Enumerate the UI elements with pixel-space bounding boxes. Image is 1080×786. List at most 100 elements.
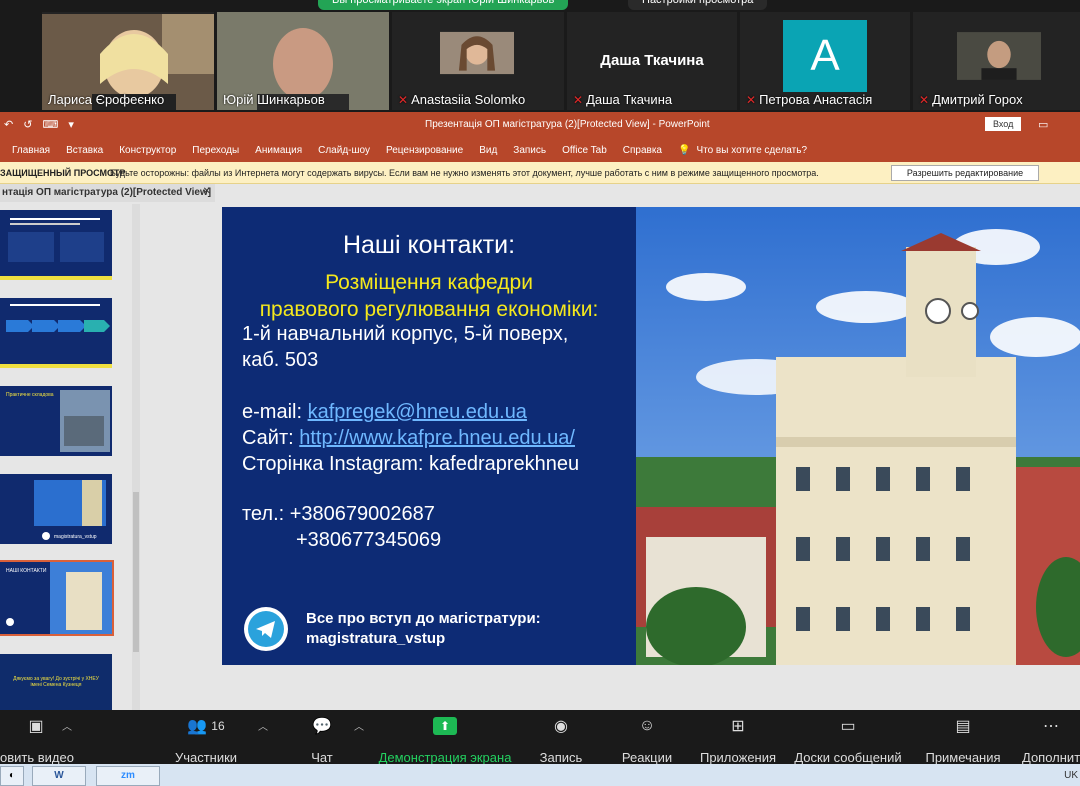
tell-me-box[interactable]: 💡 Что вы хотите сделать? (678, 145, 807, 156)
zoom-window: { "share_banner": { "sharing_label": "Вы… (0, 0, 1080, 786)
mic-muted-icon: ✕ (919, 92, 930, 107)
email-link[interactable]: kafpregek@hneu.edu.ua (308, 401, 527, 423)
scrollbar-thumb[interactable] (133, 492, 139, 652)
chat-bubble-icon: 💬 (312, 718, 332, 735)
lightbulb-icon: 💡 (678, 144, 691, 156)
customize-qat-icon[interactable]: ▾ (68, 118, 74, 131)
view-options-button[interactable]: Настройки просмотра (628, 0, 768, 10)
participant-video (957, 32, 1041, 80)
participant-name: ✕ Петрова Анастасія (746, 92, 873, 107)
slide-editing-area: Наші контакти: Розміщення кафедри правов… (142, 204, 1080, 710)
participants-strip: Лариса Єрофеєнко Юрій Шинкарьов ✕ Anastas… (0, 10, 1080, 110)
ribbon-tab-view[interactable]: Вид (479, 145, 497, 156)
powerpoint-window: ↶ ↺ ⌨ ▾ Презентація ОП магістратура (2)[… (0, 112, 1080, 710)
notes-icon: ▤ (955, 718, 971, 735)
participants-button[interactable]: 👥 16 Участники (172, 714, 240, 765)
windows-taskbar: ◐ W zm UK (0, 764, 1080, 786)
people-icon: 👥 (187, 718, 208, 735)
telegram-channel: magistratura_vstup (306, 630, 446, 647)
university-building-photo (636, 207, 1080, 665)
ribbon-tab-officetab[interactable]: Office Tab (562, 145, 607, 156)
whiteboards-button[interactable]: ▭ Доски сообщений (792, 714, 904, 765)
participant-name: Лариса Єрофеєнко (48, 92, 165, 107)
emoji-plus-icon: ☺ (638, 717, 656, 734)
ribbon-tab-design[interactable]: Конструктор (119, 145, 176, 156)
participant-name: ✕ Дмитрий Горох (919, 92, 1023, 107)
slide-text-panel: Наші контакти: Розміщення кафедри правов… (222, 207, 636, 665)
chevron-up-icon[interactable]: ︿ (62, 718, 72, 733)
whiteboard-icon: ▭ (840, 718, 856, 735)
participant-tile[interactable]: A ✕ Петрова Анастасія (740, 12, 910, 110)
slide-address-line: 1-й навчальний корпус, 5-й поверх, (242, 323, 569, 345)
slide-thumbnail[interactable]: Практичне складова (0, 386, 112, 456)
ribbon-tab-slideshow[interactable]: Слайд-шоу (318, 145, 370, 156)
participants-count: 16 (211, 719, 225, 733)
slide-address-line: каб. 503 (242, 349, 319, 371)
ribbon-tab-record[interactable]: Запись (513, 145, 546, 156)
slide-thumbnail[interactable]: Дякуємо за увагу! До зустрічі у ХНЕУ іме… (0, 654, 112, 710)
participant-name: Юрій Шинкарьов (223, 92, 325, 107)
participant-tile-active-speaker[interactable]: Юрій Шинкарьов (217, 12, 389, 110)
enable-editing-button[interactable]: Разрешить редактирование (891, 165, 1039, 181)
undo-icon[interactable]: ↶ (4, 118, 13, 131)
thumbnail-graphic (0, 210, 112, 280)
mic-muted-icon: ✕ (746, 92, 757, 107)
touch-mode-icon[interactable]: ⌨ (42, 118, 58, 131)
document-tab[interactable]: нтація ОП магістратура (2)[Protected Vie… (0, 184, 215, 202)
slide-thumbnail[interactable]: magistratura_vstup (0, 474, 112, 544)
ribbon-tab-help[interactable]: Справка (623, 145, 662, 156)
slide-thumbnail-selected[interactable]: НАШІ КОНТАКТИ (0, 560, 114, 636)
ribbon-tab-review[interactable]: Рецензирование (386, 145, 463, 156)
slide-thumbnail[interactable] (0, 210, 112, 280)
mic-muted-icon: ✕ (573, 92, 584, 107)
ppt-titlebar: ↶ ↺ ⌨ ▾ Презентація ОП магістратура (2)[… (0, 112, 1080, 138)
slide-department-line: правового регулювання економіки: (259, 298, 599, 321)
apps-button[interactable]: ⊞ Приложения (696, 714, 780, 765)
website-link[interactable]: http://www.kafpre.hneu.edu.ua/ (299, 427, 575, 449)
telegram-icon (244, 607, 288, 651)
ribbon-tab-insert[interactable]: Вставка (66, 145, 103, 156)
ribbon-tab-transitions[interactable]: Переходы (192, 145, 239, 156)
slide-thumbnail[interactable] (0, 298, 112, 368)
participant-center-name: Даша Ткачина (600, 52, 704, 69)
slide-phone-line: +380677345069 (296, 529, 442, 551)
participant-tile[interactable]: ✕ Дмитрий Горох (913, 12, 1080, 110)
taskbar-word-icon[interactable]: W (32, 766, 86, 786)
notes-button[interactable]: ▤ Примечания (924, 714, 1002, 765)
taskbar-zoom-icon[interactable]: zm (96, 766, 160, 786)
language-indicator[interactable]: UK (1064, 770, 1078, 781)
thumbnails-scrollbar[interactable] (132, 204, 140, 710)
close-icon[interactable]: ✕ (203, 186, 211, 197)
share-screen-button[interactable]: ⬆ Демонстрация экрана (376, 714, 514, 765)
slide-site-line: Сайт: http://www.kafpre.hneu.edu.ua/ (242, 427, 575, 449)
chevron-up-icon[interactable]: ︿ (354, 718, 364, 733)
protected-view-message: Будьте осторожны: файлы из Интернета мог… (110, 168, 819, 178)
reactions-button[interactable]: ☺ Реакции (620, 714, 674, 765)
more-button[interactable]: ⋯ Дополнит (1022, 714, 1080, 765)
thumbnail-graphic (0, 298, 112, 368)
protected-view-bar: ЗАЩИЩЕННЫЙ ПРОСМОТР Будьте осторожны: фа… (0, 162, 1080, 184)
meeting-toolbar: ▣ овить видео ︿ 👥 16 Участники ︿ 💬 Чат ︿ … (0, 710, 1080, 765)
chevron-up-icon[interactable]: ︿ (258, 718, 268, 733)
share-banner: Вы просматриваете экран Юрій Шинкарьов Н… (0, 0, 1080, 10)
thumbnail-text: Дякуємо за увагу! До зустрічі у ХНЕУ іме… (13, 676, 99, 688)
sign-in-button[interactable]: Вход (985, 117, 1022, 131)
ribbon-display-options-icon[interactable]: ▭ (1038, 118, 1048, 131)
ribbon-tab-animations[interactable]: Анимация (255, 145, 302, 156)
thumbnail-text: Практичне складова (6, 392, 54, 398)
participant-tile[interactable]: Лариса Єрофеєнко (42, 12, 214, 110)
thumbnail-text: magistratura_vstup (54, 534, 97, 540)
sharing-indicator: Вы просматриваете экран Юрій Шинкарьов (318, 0, 569, 10)
record-button[interactable]: ◉ Запись (538, 714, 584, 765)
ribbon-tabs: Главная Вставка Конструктор Переходы Ани… (0, 138, 1080, 162)
ribbon-tab-home[interactable]: Главная (12, 145, 50, 156)
participant-tile[interactable]: Даша Ткачина ✕ Даша Ткачина (567, 12, 737, 110)
participant-tile[interactable]: ✕ Anastasiia Solomko (392, 12, 564, 110)
slide-phone-line: тел.: +380679002687 (242, 503, 435, 525)
participant-video (440, 31, 514, 75)
record-icon: ◉ (554, 718, 568, 735)
chat-button[interactable]: 💬 Чат (306, 714, 338, 765)
participant-name: ✕ Anastasiia Solomko (398, 92, 526, 107)
taskbar-chrome-icon[interactable]: ◐ (0, 766, 24, 786)
redo-icon[interactable]: ↺ (23, 118, 32, 131)
